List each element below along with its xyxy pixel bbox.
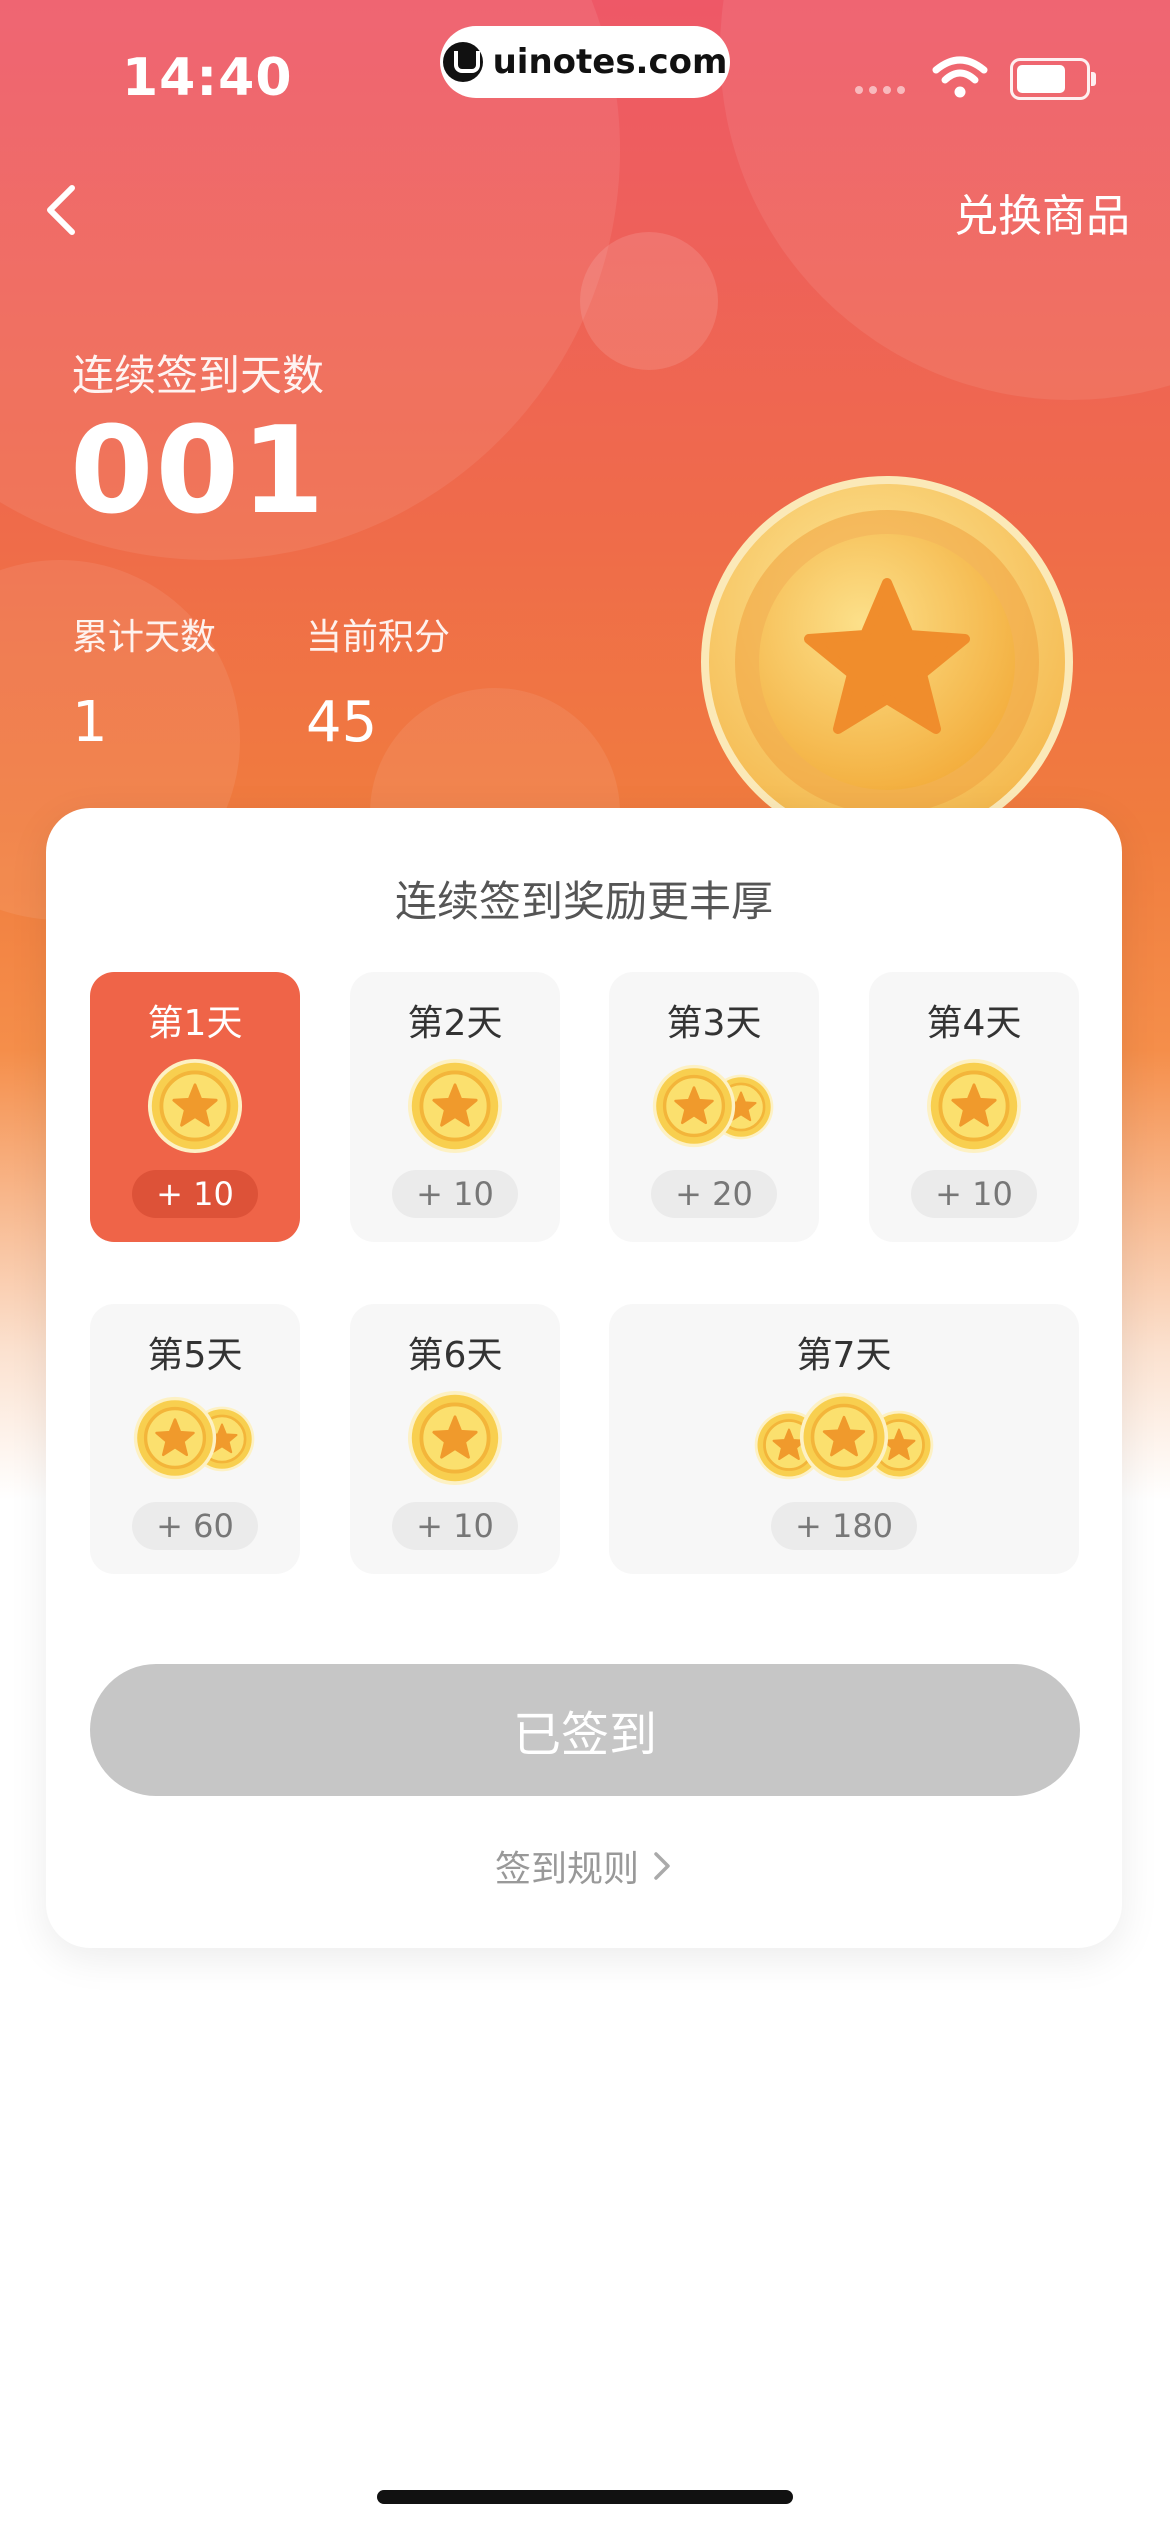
day-label: 第5天 [147,1335,243,1376]
streak-value: 001 [70,402,327,541]
bg-bubble [580,232,718,370]
day-label: 第2天 [407,1003,503,1044]
points-label: 当前积分 [306,617,451,658]
day-label: 第3天 [666,1003,762,1044]
coins-stack-icon [133,1378,257,1498]
reward-badge: + 20 [651,1170,777,1218]
day-card-2[interactable]: 第2天 + 10 [350,972,560,1242]
reward-badge: + 10 [132,1170,258,1218]
day-label: 第6天 [407,1335,503,1376]
day-card-5[interactable]: 第5天 + 60 [90,1304,300,1574]
day-card-7[interactable]: 第7天 + 180 [609,1304,1079,1574]
points-stat: 当前积分 45 [306,608,450,755]
sign-in-card: 连续签到奖励更丰厚 第1天 + 10 第2天 + 10 第3天 + 20 第4天… [46,808,1122,1948]
day-card-6[interactable]: 第6天 + 10 [350,1304,560,1574]
uinotes-logo-icon [442,42,483,82]
big-coin-icon [701,476,1073,848]
streak-label: 连续签到天数 [72,351,325,400]
url-text: uinotes.com [492,42,728,82]
day-card-3[interactable]: 第3天 + 20 [609,972,819,1242]
day-label: 第4天 [926,1003,1022,1044]
reward-badge: + 10 [392,1502,518,1550]
wifi-icon [932,56,988,98]
reward-badge: + 60 [132,1502,258,1550]
exchange-goods-link[interactable]: 兑换商品 [954,180,1130,244]
total-days-stat: 累计天数 1 [72,608,216,755]
back-chevron-icon[interactable] [38,180,88,240]
day-label: 第7天 [796,1335,892,1376]
battery-icon [1010,58,1096,100]
url-pill: uinotes.com [440,26,730,98]
rules-label: 签到规则 [494,1849,639,1890]
card-title: 连续签到奖励更丰厚 [394,877,773,926]
day-card-1[interactable]: 第1天 + 10 [90,972,300,1242]
day-label: 第1天 [147,1003,243,1044]
chevron-right-icon [654,1852,670,1880]
status-bar: 14:40 uinotes.com [0,0,1170,140]
status-time: 14:40 [122,48,293,108]
coin-icon [926,1046,1022,1166]
coin-icon [407,1378,503,1498]
reward-badge: + 10 [392,1170,518,1218]
cellular-signal-icon [855,86,905,94]
points-value: 45 [306,690,378,755]
signed-in-button[interactable]: 已签到 [90,1664,1080,1796]
sign-in-rules-link[interactable]: 签到规则 [46,1840,1122,1892]
total-days-value: 1 [72,690,108,755]
day-card-4[interactable]: 第4天 + 10 [869,972,1079,1242]
coin-icon [407,1046,503,1166]
home-indicator[interactable] [377,2490,793,2504]
coins-stack-icon [652,1046,776,1166]
coin-icon [147,1046,243,1166]
reward-badge: + 180 [770,1502,918,1550]
total-days-label: 累计天数 [72,617,217,658]
coins-trio-icon [754,1378,934,1498]
reward-badge: + 10 [911,1170,1037,1218]
